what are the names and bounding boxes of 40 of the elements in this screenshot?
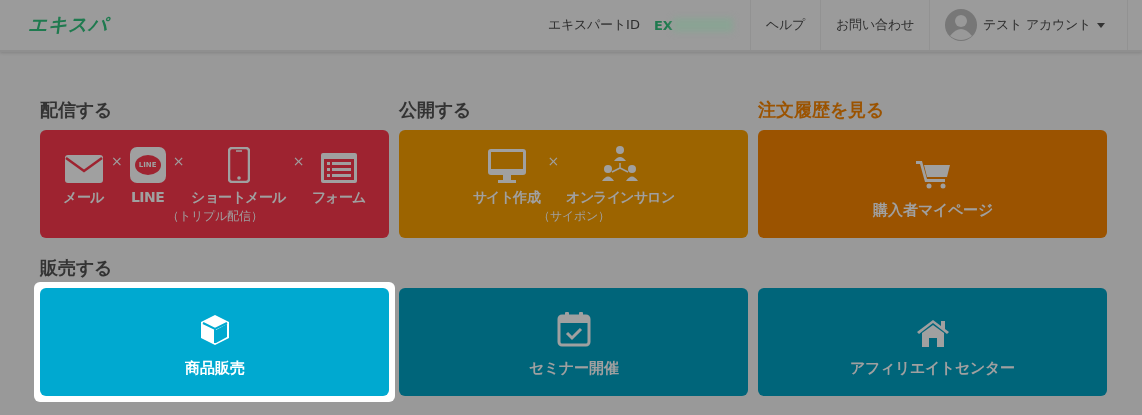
menu-card[interactable]: アフィリエイトセンター [758, 288, 1107, 396]
service-label: ショートメール [191, 189, 286, 207]
expert-id-value: EX [653, 17, 673, 33]
times-sign: × [292, 153, 305, 169]
section-title: 注文履歴を見る [758, 98, 885, 120]
house-icon [915, 318, 950, 347]
service-label: LINE [130, 189, 165, 205]
service-label: フォーム [311, 189, 366, 207]
smartphone-icon [227, 147, 250, 183]
account-menu[interactable]: テスト アカウント [944, 9, 1105, 41]
times-sign: × [547, 153, 560, 169]
card-label: 商品販売 [184, 358, 245, 378]
calendar-check-icon [556, 310, 591, 347]
people-network-icon [602, 145, 639, 183]
service-label: メール [63, 189, 104, 207]
nav-link[interactable]: ヘルプ [765, 16, 805, 34]
section-title: 販売する [40, 256, 113, 278]
form-icon [320, 153, 357, 183]
monitor-icon [487, 149, 526, 183]
times-sign: × [110, 153, 123, 169]
nav-link[interactable]: お問い合わせ [835, 16, 914, 34]
menu-card[interactable]: セミナー開催 [399, 288, 748, 396]
menu-card[interactable]: 購入者マイページ [758, 130, 1107, 238]
service-label: オンラインサロン [566, 189, 675, 207]
card-label: 購入者マイページ [872, 200, 993, 220]
service-label: サイト作成 [472, 189, 541, 207]
envelope-icon [64, 155, 103, 183]
card-note: （トリプル配信） [166, 208, 263, 225]
menu-card[interactable]: サイト作成 × オンラインサロン （サイポン） [399, 130, 748, 238]
card-note: （サイポン） [537, 208, 610, 225]
caret-icon [1097, 22, 1105, 28]
menu-card[interactable]: 商品販売 [40, 288, 389, 396]
expert-id-label: エキスパートID [548, 16, 640, 34]
shopping-cart-icon [915, 158, 950, 189]
avatar-icon [944, 9, 977, 41]
card-label: セミナー開催 [528, 358, 619, 378]
section-title: 配信する [40, 98, 113, 120]
times-sign: × [172, 153, 185, 169]
section-title: 公開する [399, 98, 472, 120]
card-label: アフィリエイトセンター [850, 358, 1015, 378]
